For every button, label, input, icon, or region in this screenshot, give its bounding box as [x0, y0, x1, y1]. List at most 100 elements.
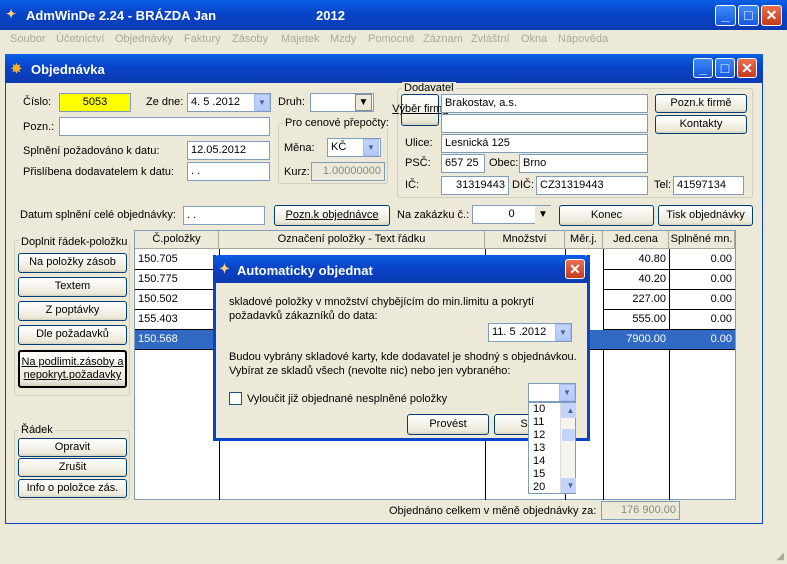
mena-label: Měna:	[284, 142, 315, 154]
sklad-list[interactable]: 10 11 12 13 14 15 20 ▲ ▼	[528, 402, 576, 494]
textem-button[interactable]: Textem	[18, 277, 127, 297]
header-mnozstvi[interactable]: Množství	[485, 231, 565, 249]
app-title: AdmWinDe 2.24 - BRÁZDA Jan	[26, 8, 217, 23]
menu-pomocne[interactable]: Pomocné	[368, 33, 414, 45]
dialog-date-dropdown-icon[interactable]: ▼	[555, 324, 571, 341]
app-icon: ✦	[6, 7, 17, 21]
datum-splneni-label: Datum splnění celé objednávky:	[20, 209, 176, 221]
exclude-checkbox[interactable]	[229, 392, 242, 405]
kontakty-label: Kontakty	[679, 117, 723, 130]
row2-splneno[interactable]: 0.00	[669, 270, 735, 290]
doplnit-title: Doplnit řádek-položku	[19, 236, 130, 248]
kontakty-button[interactable]: Kontakty	[655, 115, 747, 134]
pozn-field[interactable]	[59, 117, 270, 136]
menu-ucetnictvi[interactable]: Účetnictví	[56, 33, 104, 45]
scroll-thumb[interactable]	[562, 429, 575, 441]
menu-mzdy[interactable]: Mzdy	[330, 33, 356, 45]
row3-cislo[interactable]: 150.502	[135, 290, 219, 310]
row5-splneno[interactable]: 0.00	[669, 330, 735, 350]
cislo-field[interactable]: 5053	[59, 93, 131, 112]
tisk-objednavky-button[interactable]: Tisk objednávky	[658, 205, 753, 226]
mena-dropdown-icon[interactable]: ▼	[363, 139, 379, 156]
vyber-firmy-button[interactable]: Výběr firmy	[392, 94, 448, 126]
z-poptavky-button[interactable]: Z poptávky	[18, 301, 127, 321]
list-scrollbar[interactable]: ▲ ▼	[560, 403, 576, 493]
konec-button[interactable]: Konec	[559, 205, 654, 226]
menu-soubor[interactable]: Soubor	[10, 33, 45, 45]
kurz-field: 1.00000000	[311, 162, 385, 181]
info-polozka-button[interactable]: Info o položce zás.	[18, 479, 127, 498]
pozn-firme-button[interactable]: Pozn.k firmě	[655, 94, 747, 113]
dialog-close-button[interactable]: ✕	[565, 259, 585, 279]
resize-grip-icon[interactable]: ◢	[776, 551, 784, 562]
provest-button[interactable]: Provést	[407, 414, 489, 435]
ulice-field[interactable]: Lesnická 125	[441, 134, 648, 153]
header-cislo[interactable]: Č.položky	[135, 231, 219, 249]
row2-cislo[interactable]: 150.775	[135, 270, 219, 290]
dodavatel-name2-field[interactable]	[441, 114, 648, 133]
splneni-field[interactable]: 12.05.2012	[187, 141, 270, 160]
datum-splneni-field[interactable]: . .	[183, 206, 265, 225]
scroll-down-icon[interactable]: ▼	[561, 478, 576, 493]
total-field: 176 900.00	[601, 501, 680, 520]
menu-zvlastni[interactable]: Zvláštní	[471, 33, 510, 45]
na-polozky-zasob-button[interactable]: Na položky zásob	[18, 253, 127, 273]
menu-napoveda[interactable]: Nápověda	[558, 33, 608, 45]
minimize-button[interactable]: _	[715, 5, 736, 26]
dic-label: DIČ:	[512, 179, 534, 191]
header-oznaceni[interactable]: Označení položky - Text řádku	[219, 231, 485, 249]
pozn-firme-label: Pozn.k firmě	[670, 96, 732, 109]
druh-dropdown-icon[interactable]: ▼	[355, 94, 372, 111]
prislibena-field[interactable]: . .	[187, 162, 270, 181]
mena-value: KČ	[331, 141, 347, 153]
zakazka-dropdown-icon[interactable]: ▼	[535, 206, 551, 224]
row2-cena[interactable]: 40.20	[603, 270, 669, 290]
row3-cena[interactable]: 227.00	[603, 290, 669, 310]
tel-field[interactable]: 41597134	[673, 176, 744, 195]
row1-cena[interactable]: 40.80	[603, 250, 669, 270]
dialog-date-value: 11. 5 .2012	[492, 326, 547, 338]
ic-field[interactable]: 31319443	[441, 176, 509, 195]
header-splneno[interactable]: Splněné mn.	[669, 231, 735, 249]
textem-label: Textem	[54, 280, 91, 293]
zrusit-button[interactable]: Zrušit	[18, 458, 127, 477]
maximize-button[interactable]: □	[738, 5, 759, 26]
row4-cena[interactable]: 555.00	[603, 310, 669, 330]
row4-cislo[interactable]: 155.403	[135, 310, 219, 330]
menu-okna[interactable]: Okna	[521, 33, 547, 45]
menu-faktury[interactable]: Faktury	[184, 33, 221, 45]
row4-splneno[interactable]: 0.00	[669, 310, 735, 330]
podlimit-zasoby-button[interactable]: Na podlimit.zásoby a nepokryt.požadavky	[18, 350, 127, 388]
dialog-text1: skladové položky v množství chybějícím d…	[229, 296, 535, 322]
window-close-button[interactable]: ✕	[737, 58, 757, 78]
row5-cislo[interactable]: 150.568	[135, 330, 219, 350]
dialog-icon: ✦	[219, 261, 230, 276]
cislo-label: Číslo:	[23, 96, 52, 108]
obec-label: Obec:	[489, 157, 519, 169]
row5-cena[interactable]: 7900.00	[603, 330, 669, 350]
opravit-button[interactable]: Opravit	[18, 438, 127, 457]
scroll-up-icon[interactable]: ▲	[561, 403, 576, 418]
dodavatel-name-field[interactable]: Brakostav, a.s.	[441, 94, 648, 113]
menu-zasoby[interactable]: Zásoby	[232, 33, 268, 45]
menu-objednavky[interactable]: Objednávky	[115, 33, 173, 45]
info-polozka-label: Info o položce zás.	[26, 481, 119, 494]
pozn-objednavce-button[interactable]: Pozn.k objednávce	[274, 205, 390, 226]
sklad-dropdown-icon[interactable]: ▼	[559, 384, 575, 401]
close-button[interactable]: ✕	[761, 5, 782, 26]
header-merj[interactable]: Měr.j.	[565, 231, 603, 249]
psc-field[interactable]: 657 25	[441, 154, 485, 173]
kurz-label: Kurz:	[284, 166, 310, 178]
obec-field[interactable]: Brno	[519, 154, 648, 173]
menu-zaznam[interactable]: Záznam	[423, 33, 463, 45]
dic-field[interactable]: CZ31319443	[536, 176, 648, 195]
ze-dne-dropdown-icon[interactable]: ▼	[254, 94, 270, 111]
header-jedcena[interactable]: Jed.cena	[603, 231, 669, 249]
row1-splneno[interactable]: 0.00	[669, 250, 735, 270]
dle-pozadavku-button[interactable]: Dle požadavků	[18, 325, 127, 345]
row1-cislo[interactable]: 150.705	[135, 250, 219, 270]
menu-majetek[interactable]: Majetek	[281, 33, 320, 45]
window-minimize-button[interactable]: _	[693, 58, 713, 78]
window-maximize-button[interactable]: □	[715, 58, 735, 78]
row3-splneno[interactable]: 0.00	[669, 290, 735, 310]
